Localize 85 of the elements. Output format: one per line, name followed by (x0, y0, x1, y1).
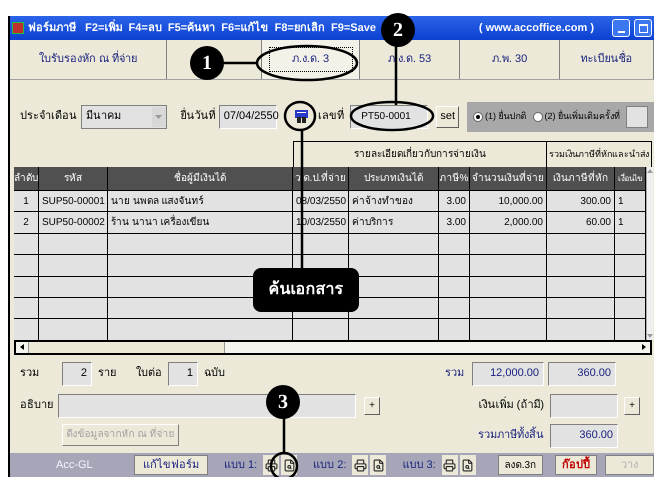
minimize-button[interactable] (612, 19, 630, 37)
number-label: เลขที่ (318, 108, 344, 125)
table-cell: 10,000.00 (470, 191, 547, 212)
form-label: แบบ 2: (313, 458, 346, 473)
table-cell: ค่าจ้างทำของ (349, 191, 439, 212)
table-cell: 2 (14, 212, 39, 233)
vertical-scrollbar[interactable] (646, 167, 653, 340)
copy-button[interactable]: ก๊อปปี้ (555, 455, 598, 475)
sheets-unit-text: ฉบับ (204, 366, 225, 382)
table-cell: นาย นพดล แสงจันทร์ (108, 191, 293, 212)
scroll-thumb[interactable] (28, 342, 225, 353)
table-cell: 300.00 (547, 191, 615, 212)
set-button[interactable]: set (436, 106, 460, 128)
month-dropdown[interactable]: มีนาคม (81, 104, 167, 128)
edit-form-button[interactable]: แก้ไขฟอร์ม (134, 455, 208, 475)
form-label: แบบ 1: (224, 458, 258, 473)
grand-total-field[interactable]: 360.00 (550, 424, 618, 448)
table-cell: ค่าบริการ (349, 212, 439, 233)
add-note-button[interactable]: + (364, 396, 380, 415)
grand-total-label: รวมภาษีทั้งสิ้น (478, 427, 544, 444)
column-header: จำนวนเงินที่จ่าย (470, 167, 547, 190)
table-cell: ร้าน นานา เครื่องเขียน (108, 212, 293, 233)
column-header: ประเภทเงินได้ (349, 167, 439, 190)
horizontal-scrollbar[interactable] (14, 340, 652, 355)
highlight-ellipse (284, 100, 316, 132)
date-label: ยื่นวันที่ (180, 108, 216, 125)
count-field[interactable]: 2 (62, 362, 92, 386)
filing-radio[interactable]: (1) ยื่นปกติ (473, 110, 527, 124)
extra-field[interactable] (550, 394, 618, 418)
column-header: เงินภาษีที่หัก (547, 167, 615, 190)
table-cell: SUP50-00002 (39, 212, 108, 233)
app-name-text: Acc-GL (56, 458, 94, 473)
search-document-icon (294, 109, 309, 124)
sheets-field[interactable]: 1 (168, 362, 198, 386)
date-field[interactable]: 07/04/2550 (218, 104, 277, 128)
preview-icon (461, 458, 474, 472)
printer-icon (264, 458, 278, 472)
filing-radio[interactable]: (2) ยื่นเพิ่มเติมครั้งที่ (532, 110, 620, 124)
callout-label: ค้นเอกสาร (253, 268, 359, 312)
leader-line (282, 418, 286, 452)
table-cell: 2,000.00 (470, 212, 547, 233)
website-text: ( www.accoffice.com ) (478, 20, 594, 36)
column-header: ลำดับ (14, 167, 39, 190)
preview-button[interactable] (460, 455, 476, 475)
extra-label: เงินเพิ่ม (ถ้ามี) (478, 397, 544, 414)
table-cell: 3.00 (439, 191, 470, 212)
column-header: ชื่อผู้มีเงินได้ (108, 167, 293, 190)
scroll-left-icon (20, 344, 24, 350)
preview-button[interactable] (370, 455, 386, 475)
sum-label: รวม (445, 366, 464, 382)
print-button[interactable] (442, 455, 458, 475)
preview-icon (282, 458, 296, 472)
scroll-right-icon (642, 344, 646, 350)
total-label: รวม (20, 366, 40, 382)
column-header: ว.ด.ป.ที่จ่าย (293, 167, 349, 190)
note-field[interactable] (58, 394, 356, 418)
note-label: อธิบาย (20, 398, 54, 414)
window-title: ฟอร์มภาษี F2=เพิ่ม F4=ลบ F5=ค้นหา F6=แก้ไข F8=ยกเลิก F9=Save (28, 20, 376, 36)
attach-button[interactable]: ลงด.3ก (498, 455, 544, 475)
add-extra-button[interactable]: + (624, 396, 640, 415)
revision-field[interactable] (626, 106, 648, 128)
count-unit-text: ราย (98, 366, 116, 382)
table-cell: 1 (14, 191, 39, 212)
month-label: ประจำเดือน (20, 108, 77, 124)
column-header: รหัส (39, 167, 108, 190)
leader-line (221, 62, 257, 64)
preview-icon (372, 458, 385, 472)
scroll-up-icon (647, 169, 653, 173)
total-tax-field[interactable]: 360.00 (548, 362, 616, 386)
table-cell: SUP50-00001 (39, 191, 108, 212)
table-cell: 1 (615, 191, 646, 212)
total-paid-field[interactable]: 12,000.00 (472, 362, 544, 386)
form-label: แบบ 3: (402, 458, 436, 473)
maximize-button[interactable] (634, 19, 652, 37)
app-icon (12, 22, 24, 34)
dropdown-arrow-icon (155, 114, 162, 118)
column-header: เงื่อนไข (615, 167, 646, 190)
sheets-label: ใบต่อ (136, 365, 162, 382)
printer-icon (443, 458, 456, 472)
print-button[interactable] (352, 455, 368, 475)
printer-icon (354, 458, 367, 472)
column-header: ภาษี% (439, 167, 470, 190)
table-cell: 60.00 (547, 212, 615, 233)
table-cell: 3.00 (439, 212, 470, 233)
table-cell: 1 (615, 212, 646, 233)
